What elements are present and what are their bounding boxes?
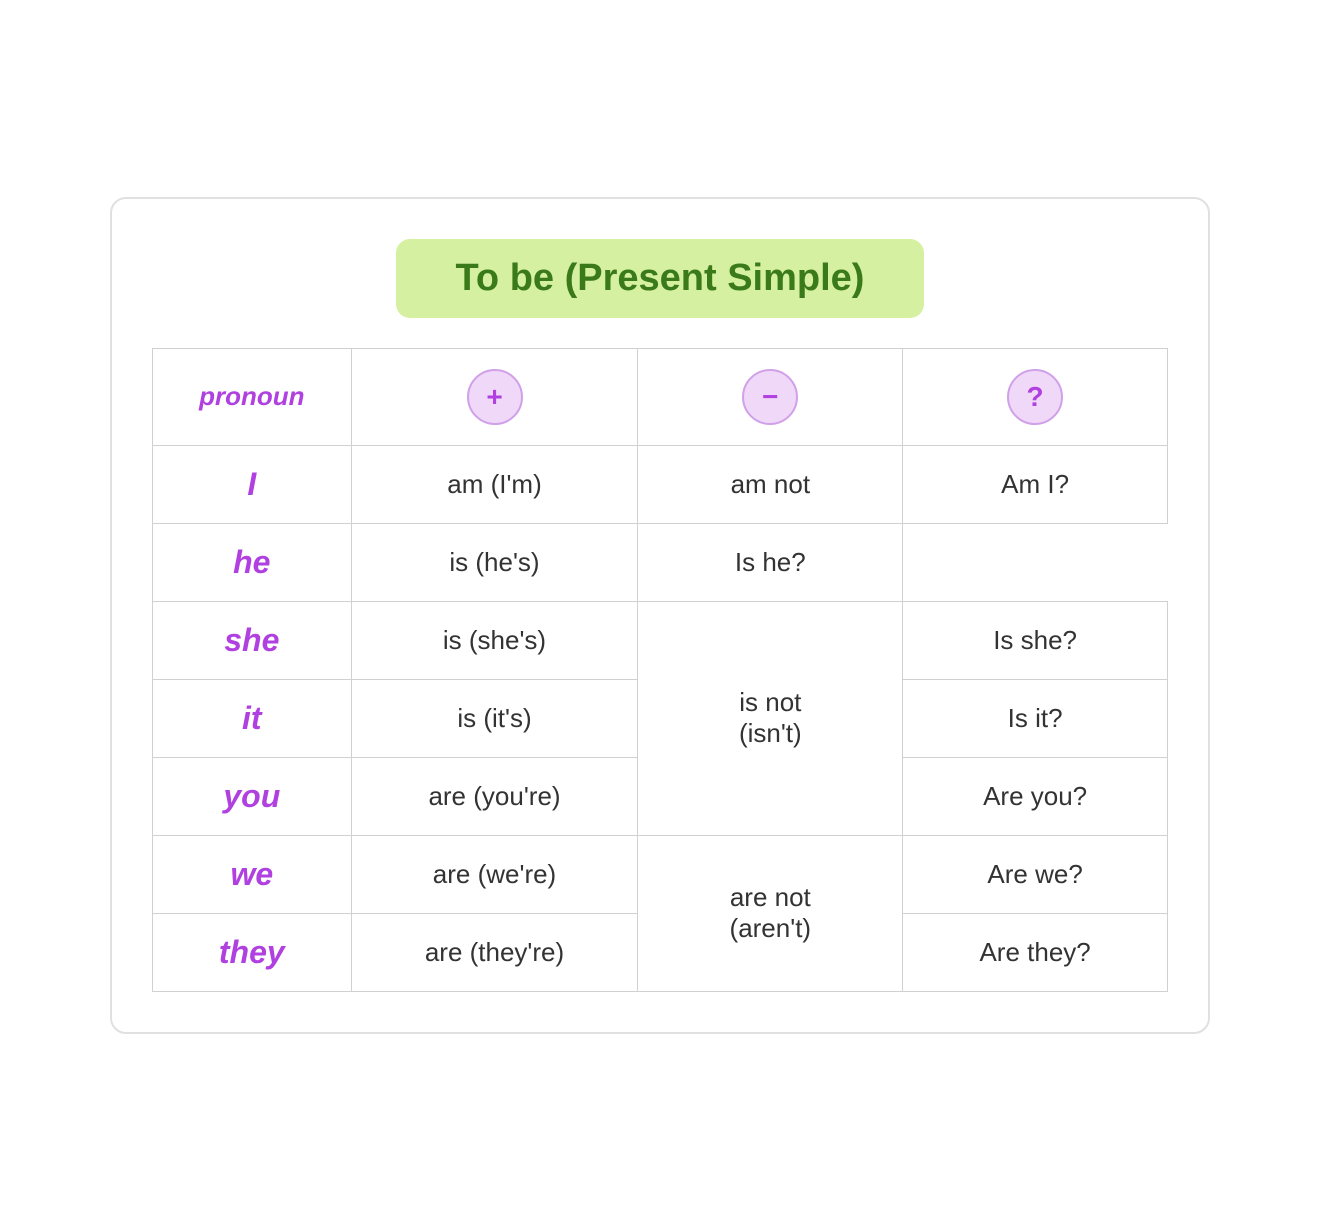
- positive-cell: am (I'm): [351, 445, 638, 523]
- positive-circle: +: [467, 369, 523, 425]
- header-question: ?: [903, 348, 1168, 445]
- header-negative: −: [638, 348, 903, 445]
- title-wrapper: To be (Present Simple): [152, 239, 1168, 318]
- table-row: heis (he's)Is he?: [153, 523, 1168, 601]
- header-pronoun: pronoun: [153, 348, 352, 445]
- negative-cell: are not(aren't): [638, 835, 903, 991]
- page-container: To be (Present Simple) pronoun + − ? Iam…: [110, 197, 1210, 1034]
- page-title: To be (Present Simple): [456, 257, 865, 300]
- question-cell: Is he?: [638, 523, 903, 601]
- pronoun-cell: I: [153, 445, 352, 523]
- question-cell: Is it?: [903, 679, 1168, 757]
- positive-cell: is (he's): [351, 523, 638, 601]
- table-row: Iam (I'm)am notAm I?: [153, 445, 1168, 523]
- negative-cell: is not(isn't): [638, 601, 903, 835]
- question-cell: Are we?: [903, 835, 1168, 913]
- negative-cell: am not: [638, 445, 903, 523]
- pronoun-cell: we: [153, 835, 352, 913]
- table-row: weare (we're)are not(aren't)Are we?: [153, 835, 1168, 913]
- pronoun-cell: she: [153, 601, 352, 679]
- question-cell: Is she?: [903, 601, 1168, 679]
- positive-cell: are (you're): [351, 757, 638, 835]
- pronoun-cell: they: [153, 913, 352, 991]
- table-row: sheis (she's)is not(isn't)Is she?: [153, 601, 1168, 679]
- positive-cell: are (we're): [351, 835, 638, 913]
- question-cell: Am I?: [903, 445, 1168, 523]
- title-box: To be (Present Simple): [396, 239, 925, 318]
- pronoun-cell: it: [153, 679, 352, 757]
- question-cell: Are they?: [903, 913, 1168, 991]
- negative-circle: −: [742, 369, 798, 425]
- pronoun-cell: he: [153, 523, 352, 601]
- grammar-table: pronoun + − ? Iam (I'm)am notAm I?heis (…: [152, 348, 1168, 992]
- question-circle: ?: [1007, 369, 1063, 425]
- question-cell: Are you?: [903, 757, 1168, 835]
- positive-cell: is (she's): [351, 601, 638, 679]
- pronoun-cell: you: [153, 757, 352, 835]
- positive-cell: are (they're): [351, 913, 638, 991]
- positive-cell: is (it's): [351, 679, 638, 757]
- header-positive: +: [351, 348, 638, 445]
- header-row: pronoun + − ?: [153, 348, 1168, 445]
